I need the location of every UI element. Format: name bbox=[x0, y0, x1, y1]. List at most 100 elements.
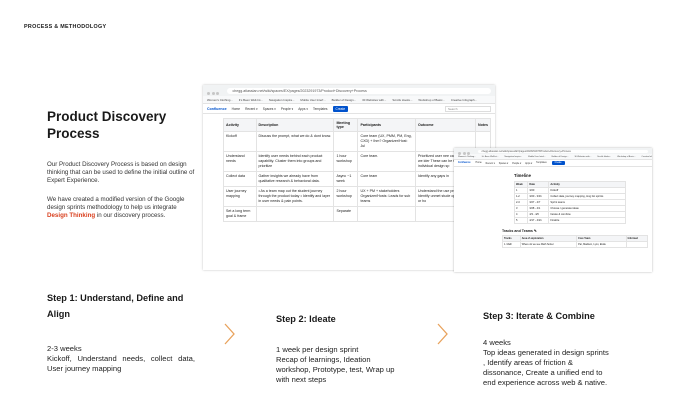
table-cell: 4/17 - 4/21 bbox=[527, 217, 550, 224]
bookmark-item: It's Been Well-Int... bbox=[481, 155, 499, 158]
table-row: Kickoff Discuss the prompt, what we do & … bbox=[223, 131, 492, 152]
design-thinking-highlight: Design Thinking bbox=[47, 212, 96, 219]
table-cell: Kickoff bbox=[223, 131, 257, 152]
methodology-text-start: We have created a modified version of th… bbox=[47, 196, 185, 211]
bookmark-item: It's Been Well-Int... bbox=[238, 97, 263, 102]
step-3-title: Step 3: Iterate & Combine bbox=[483, 311, 595, 321]
confluence-toolbar-secondary: Confluence Home Recent ▾ Spaces ▾ People ▾ A… bbox=[454, 160, 652, 167]
page-title: Product Discovery Process bbox=[47, 109, 167, 141]
table-cell: Gather insights we already have from qua… bbox=[255, 171, 335, 187]
nav-item: Apps ▾ bbox=[525, 162, 533, 165]
nav-item: Home bbox=[231, 106, 241, 111]
table-cell: • As a team map out the student journey … bbox=[255, 186, 335, 207]
table-row: Understand needs Identify user needs behi… bbox=[223, 151, 492, 172]
table-cell: Core team (UX, PMM, PM, Eng, CXD) + Ihm?… bbox=[357, 131, 416, 152]
bookmarks-bar: Women's Clothing... It's Been Well-Int...… bbox=[203, 96, 495, 104]
step-2-duration: 1 week per design sprint bbox=[276, 345, 359, 354]
table-row: User journey mapping • As a team map out … bbox=[223, 186, 492, 207]
confluence-toolbar: Confluence Home Recent ▾ Spaces ▾ People ▾ A… bbox=[203, 104, 495, 114]
nav-item: Apps ▾ bbox=[298, 106, 308, 111]
table-cell: Identify user needs behind each product … bbox=[255, 151, 335, 172]
chevron-right-icon bbox=[437, 323, 448, 345]
table-cell bbox=[625, 241, 649, 248]
table-cell: Separate bbox=[333, 206, 359, 222]
step-1: Step 1: Understand, Define and Align 2-3… bbox=[47, 290, 195, 374]
confluence-logo: Confluence bbox=[207, 106, 227, 111]
table-cell: 1 hour workshop bbox=[333, 151, 359, 172]
column-header: Meeting type bbox=[333, 118, 359, 132]
table-cell: Pat, Madison, Lynn, Etoile bbox=[576, 241, 627, 248]
nav-item: Spaces ▾ bbox=[262, 106, 276, 111]
methodology-paragraph: We have created a modified version of th… bbox=[47, 196, 197, 220]
table-cell bbox=[255, 206, 335, 222]
nav-item: Recent ▾ bbox=[245, 106, 258, 111]
bookmark-item: Navigation Inspira... bbox=[504, 155, 523, 158]
timeline-heading: Timeline bbox=[514, 173, 531, 178]
bookmark-item: Scrolls Hooks... bbox=[597, 155, 612, 158]
table-cell: Finalize bbox=[548, 217, 626, 224]
step-2-body: Recap of learnings, Ideation workshop, P… bbox=[276, 355, 395, 384]
bookmark-item: Builder of Design... bbox=[331, 97, 357, 102]
step-1-title: Step 1: Understand, Define and Align bbox=[47, 293, 184, 319]
window-controls-icon bbox=[458, 148, 472, 160]
bookmark-item: Scrolls Hooks... bbox=[392, 97, 413, 102]
intro-paragraph: Our Product Discovery Process is based o… bbox=[47, 161, 195, 184]
table-cell: Where do we see Math Solver bbox=[519, 241, 578, 248]
column-header: Participants bbox=[357, 118, 416, 132]
bookmark-item: 30 Websites with... bbox=[574, 155, 592, 158]
tracks-table: Tracks Area of exploration Core Team Inform… bbox=[502, 235, 649, 248]
step-3: Step 3: Iterate & Combine 4 weeks Top id… bbox=[483, 308, 611, 388]
table-cell: Collect data bbox=[223, 171, 257, 187]
bookmark-item: Mobile User Interf... bbox=[300, 97, 326, 102]
bookmark-item: Workshop of Basic... bbox=[418, 97, 445, 102]
column-header: Activity bbox=[223, 118, 257, 132]
search-box: Search bbox=[445, 105, 491, 112]
nav-item: People ▾ bbox=[512, 162, 522, 165]
bookmark-item: Women's Clothing... bbox=[207, 97, 233, 102]
nav-item: Templates bbox=[313, 106, 328, 111]
table-row: Collect data Gather insights we already h… bbox=[223, 171, 492, 187]
table-cell: 2 hour workshop bbox=[333, 186, 359, 207]
nav-item: People ▾ bbox=[280, 106, 294, 111]
step-3-duration: 4 weeks bbox=[483, 338, 511, 347]
address-bar-secondary: chegg.atlassian.net/wiki/spaces/EX/pages… bbox=[477, 149, 648, 153]
step-3-body: Top ideas generated in design sprints , … bbox=[483, 348, 609, 387]
nav-item: Spaces ▾ bbox=[498, 162, 509, 165]
bookmark-item: Women's Clothing... bbox=[458, 155, 476, 158]
address-bar: chegg.atlassian.net/wiki/spaces/EX/pages… bbox=[226, 87, 491, 94]
table-cell: 5 bbox=[513, 217, 529, 224]
table-cell: 1. Math bbox=[502, 241, 521, 248]
bookmark-item: 30 Websites with... bbox=[362, 97, 387, 102]
table-row: Set a long term goal & frame Separate bbox=[223, 206, 492, 222]
table-cell: Discuss the prompt, what we do & dont kn… bbox=[255, 131, 335, 152]
create-button: Create bbox=[332, 105, 349, 112]
column-header: Notes bbox=[474, 118, 492, 132]
step-2: Step 2: Ideate 1 week per design sprint … bbox=[276, 311, 406, 385]
column-header: Description bbox=[255, 118, 335, 132]
bookmark-item: Workshop of Basic... bbox=[617, 155, 636, 158]
table-cell bbox=[357, 206, 416, 222]
nav-item: Home bbox=[475, 161, 482, 164]
step-1-duration: 2-3 weeks bbox=[47, 344, 82, 353]
table-cell: UX + PM + stakeholders Organizer/Hosts: … bbox=[357, 186, 416, 207]
confluence-logo-secondary: Confluence bbox=[458, 162, 471, 164]
bookmark-item: Navigation Inspira... bbox=[268, 97, 295, 102]
confluence-screenshot: chegg.atlassian.net/wiki/spaces/EX/pages… bbox=[203, 85, 495, 270]
browser-chrome: chegg.atlassian.net/wiki/spaces/EX/pages… bbox=[203, 85, 495, 96]
table-cell: Understand needs bbox=[223, 151, 257, 172]
table-cell: Set a long term goal & frame bbox=[223, 206, 257, 222]
confluence-nav: Home Recent ▾ Spaces ▾ People ▾ Apps ▾ Templa… bbox=[232, 107, 328, 111]
bookmark-item: Builder of Design... bbox=[551, 155, 569, 158]
table-cell: Core team. bbox=[357, 151, 416, 172]
methodology-text-end: in our discovery process. bbox=[95, 212, 166, 219]
table-cell: Core team bbox=[357, 171, 416, 187]
bookmark-item: Creative Infograph... bbox=[450, 97, 478, 102]
table-row: 1. Math Where do we see Math Solver Pat, M… bbox=[502, 241, 649, 248]
column-header: Outcome bbox=[414, 118, 476, 132]
bookmark-item: Creative Infograph... bbox=[641, 155, 653, 158]
timeline-table: Week Date Activity 1 3/20 Kickoff 1-2 3/20 - 3… bbox=[513, 181, 626, 224]
confluence-nav-secondary: Home Recent ▾ Spaces ▾ People ▾ Apps ▾ Templa… bbox=[476, 162, 547, 165]
chevron-right-icon bbox=[224, 323, 235, 345]
nav-item: Recent ▾ bbox=[485, 162, 495, 165]
step-2-title: Step 2: Ideate bbox=[276, 314, 336, 324]
